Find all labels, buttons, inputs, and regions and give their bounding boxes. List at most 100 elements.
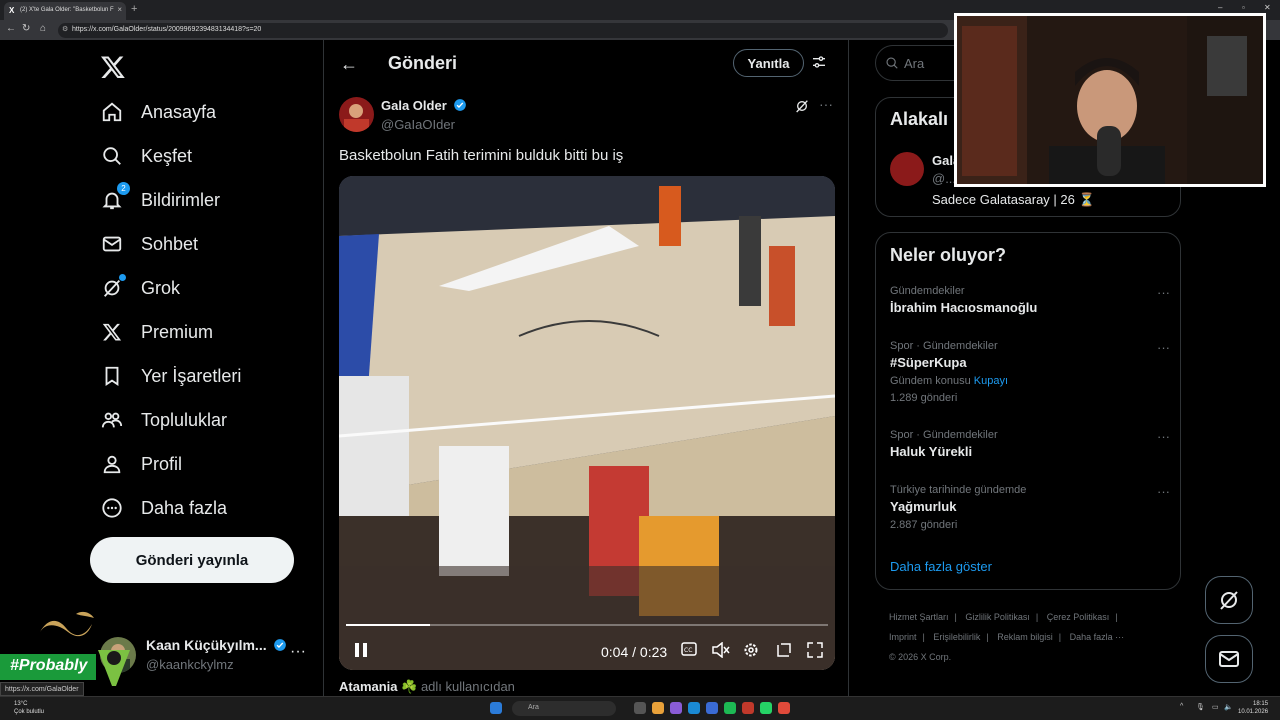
windows-start-icon[interactable] [490, 702, 502, 714]
messages-fab-button[interactable] [1205, 635, 1253, 683]
store-icon[interactable] [706, 702, 718, 714]
filter-icon[interactable] [811, 54, 827, 70]
network-icon[interactable]: ▭ [1212, 703, 1219, 711]
nav-item-notifications[interactable]: 2 Bildirimler [100, 182, 220, 215]
spotify-icon[interactable] [724, 702, 736, 714]
fullscreen-icon[interactable] [807, 642, 823, 661]
trend-item[interactable]: Spor · Gündemdekiler #SüperKupa Gündem k… [890, 340, 1170, 404]
trend-name: İbrahim Hacıosmanoğlu [890, 300, 1038, 315]
windows-taskbar: 13°C Çok bulutlu Ara ^ 🎙 ▭ 🔈 18:15 10.01… [0, 696, 1280, 720]
browser-tab[interactable]: X (2) X'te Gala Older: "Basketbolun F × [4, 2, 126, 20]
teams-icon[interactable] [670, 702, 682, 714]
trend-more-icon[interactable]: ··· [1157, 285, 1170, 300]
post-video[interactable]: 0:04 / 0:23 CC [339, 176, 835, 670]
trend-item[interactable]: Gündemdekiler İbrahim Hacıosmanoğlu ··· [890, 285, 1170, 315]
browser-back-icon[interactable]: ← [6, 23, 16, 34]
site-info-icon[interactable]: ⚙ [62, 25, 68, 33]
reply-button[interactable]: Yanıtla [733, 49, 804, 77]
settings-gear-icon[interactable] [743, 642, 759, 661]
weather-widget[interactable]: 13°C Çok bulutlu [14, 700, 44, 716]
footer-link-imprint[interactable]: Imprint [889, 632, 917, 642]
post-author-avatar[interactable] [339, 97, 374, 132]
nav-item-explore[interactable]: Keşfet [100, 141, 192, 171]
task-view-icon[interactable] [634, 702, 646, 714]
footer-link-ads-info[interactable]: Reklam bilgisi [997, 632, 1053, 642]
file-explorer-icon[interactable] [652, 702, 664, 714]
nav-item-grok[interactable]: Grok [100, 273, 180, 303]
nav-item-communities[interactable]: Topluluklar [100, 405, 227, 435]
verified-badge-icon [274, 639, 287, 651]
trends-title: Neler oluyor? [890, 245, 1007, 265]
window-close-icon[interactable]: ✕ [1264, 3, 1271, 12]
taskbar-clock[interactable]: 18:15 10.01.2026 [1238, 700, 1268, 716]
footer-link-privacy[interactable]: Gizlilik Politikası [965, 612, 1030, 622]
grok-explain-icon[interactable] [794, 98, 810, 114]
nav-item-bookmarks[interactable]: Yer İşaretleri [100, 361, 241, 391]
pause-icon[interactable] [353, 642, 369, 661]
footer-link-cookies[interactable]: Çerez Politikası [1047, 612, 1110, 622]
video-progress-track[interactable] [346, 624, 828, 626]
post-button[interactable]: Gönderi yayınla [90, 537, 294, 583]
next-post-author: Atamania ☘️ [339, 679, 418, 694]
post-text: Basketbolun Fatih terimini bulduk bitti … [339, 147, 624, 164]
footer-link-terms[interactable]: Hizmet Şartları [889, 612, 949, 622]
clock-date: 10.01.2026 [1238, 709, 1269, 715]
trend-more-icon[interactable]: ··· [1157, 340, 1170, 355]
trend-more-icon[interactable]: ··· [1157, 429, 1170, 444]
trend-name: #SüperKupa [890, 355, 967, 370]
video-frame [339, 176, 835, 670]
footer-link-more[interactable]: Daha fazla ··· [1070, 632, 1125, 642]
next-post-preview[interactable]: Atamania ☘️ adlı kullanıcıdan [339, 679, 515, 695]
related-handle[interactable]: @... [932, 171, 956, 186]
nav-item-home[interactable]: Anasayfa [100, 97, 216, 127]
nav-item-profile[interactable]: Profil [100, 449, 182, 479]
browser-reload-icon[interactable]: ↻ [22, 23, 30, 34]
microphone-icon[interactable]: 🎙 [1196, 703, 1205, 711]
footer-link-accessibility[interactable]: Erişilebilirlik [933, 632, 980, 642]
post-author-name[interactable]: Gala Older [381, 98, 467, 113]
video-time: 0:04 / 0:23 [601, 644, 668, 660]
trend-topic-link[interactable]: Kupayı [974, 375, 1008, 387]
maximize-icon[interactable]: ▫ [1242, 3, 1245, 12]
trend-item[interactable]: Türkiye tarihinde gündemde Yağmurluk 2.8… [890, 484, 1170, 531]
show-more-link[interactable]: Daha fazla göster [890, 559, 992, 574]
address-bar[interactable]: ⚙ https://x.com/GalaOlder/status/2009969… [58, 23, 948, 38]
mute-icon[interactable] [712, 641, 730, 661]
related-avatar[interactable] [890, 152, 924, 186]
related-bio: Sadece Galatasaray | 26 ⏳ [932, 192, 1095, 207]
x-logo-icon[interactable] [100, 54, 126, 80]
nav-item-chat[interactable]: Sohbet [100, 229, 198, 259]
nav-item-premium[interactable]: Premium [100, 317, 213, 347]
next-post-suffix: adlı kullanıcıdan [420, 679, 515, 694]
footer-separator: | [986, 632, 989, 642]
grok-fab-button[interactable] [1205, 576, 1253, 624]
bookmark-icon [100, 364, 124, 388]
trend-item[interactable]: Spor · Gündemdekiler Haluk Yürekli ··· [890, 429, 1170, 459]
back-arrow-icon[interactable]: ← [340, 54, 358, 75]
account-more-icon[interactable]: ··· [290, 643, 306, 661]
chrome-icon[interactable] [778, 702, 790, 714]
post-more-icon[interactable]: ··· [819, 96, 833, 112]
nav-label-chat: Sohbet [141, 233, 199, 254]
picture-in-picture-icon[interactable] [776, 642, 792, 661]
page-title: Gönderi [388, 53, 458, 73]
nav-item-more[interactable]: Daha fazla [100, 493, 227, 523]
grok-icon [100, 274, 126, 300]
edge-icon[interactable] [688, 702, 700, 714]
taskbar-search[interactable]: Ara [512, 701, 616, 716]
nav-label-bookmarks: Yer İşaretleri [141, 365, 242, 386]
browser-home-icon[interactable]: ⌂ [40, 23, 46, 34]
app-icon[interactable] [742, 702, 754, 714]
tray-chevron-icon[interactable]: ^ [1180, 703, 1183, 710]
webcam-feed [957, 16, 1263, 184]
tab-close-icon[interactable]: × [117, 5, 122, 14]
notification-badge: 2 [117, 182, 130, 195]
footer-separator: | [954, 612, 957, 622]
post-author-handle[interactable]: @GaIaOIder [381, 117, 455, 132]
captions-icon[interactable]: CC [681, 642, 697, 659]
minimize-icon[interactable]: – [1218, 3, 1222, 12]
whatsapp-icon[interactable] [760, 702, 772, 714]
new-tab-button[interactable]: + [131, 3, 137, 15]
volume-icon[interactable]: 🔈 [1224, 703, 1233, 711]
trend-more-icon[interactable]: ··· [1157, 484, 1170, 499]
